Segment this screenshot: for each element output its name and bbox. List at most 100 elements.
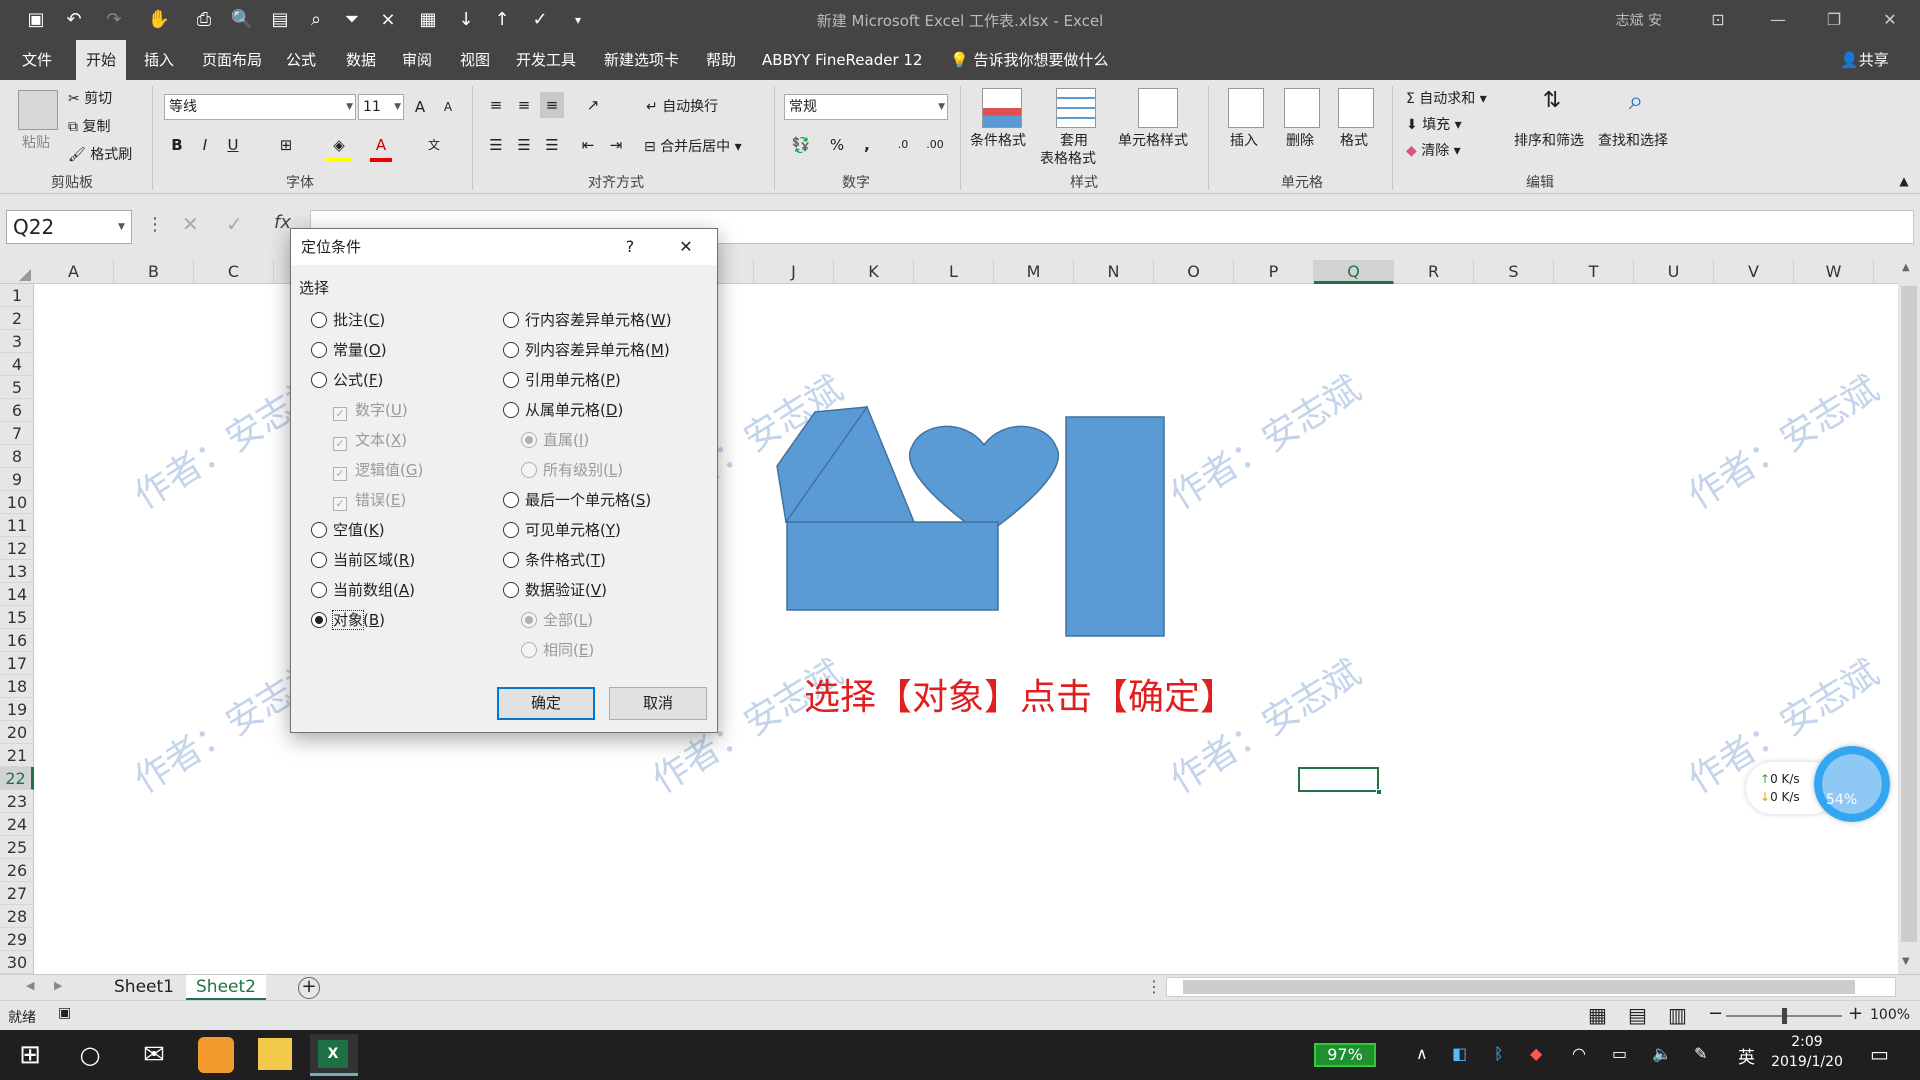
new-sheet-button[interactable]: +	[298, 977, 320, 999]
radio-o-1[interactable]: 常量(O)	[311, 339, 387, 361]
radio-v-9[interactable]: 数据验证(V)	[503, 579, 607, 601]
delete-cells-button[interactable]: 删除	[1286, 130, 1314, 150]
tab-page-layout[interactable]: 页面布局	[192, 40, 272, 80]
cancel-button[interactable]: 取消	[609, 687, 707, 720]
conditional-format-icon[interactable]	[982, 88, 1022, 128]
align-middle-icon[interactable]: ≡	[512, 92, 536, 118]
column-header[interactable]: V	[1714, 260, 1794, 284]
row-header[interactable]: 9	[0, 468, 34, 491]
borders-icon[interactable]: ⊞	[274, 132, 298, 158]
chevron-down-icon[interactable]: ▼	[118, 222, 125, 232]
number-format-combo[interactable]: 常规 ▼	[784, 94, 948, 120]
row-header[interactable]: 23	[0, 790, 34, 813]
h-scroll-thumb[interactable]	[1183, 980, 1855, 994]
row-header[interactable]: 13	[0, 560, 34, 583]
excel-taskbar-button[interactable]: X	[310, 1034, 358, 1076]
wifi-icon[interactable]: ◠	[1572, 1044, 1586, 1063]
tab-data[interactable]: 数据	[336, 40, 386, 80]
tray-expand-icon[interactable]: ∧	[1416, 1044, 1428, 1063]
minimize-button[interactable]: —	[1750, 0, 1806, 40]
windows-start-icon[interactable]: ⊞	[6, 1034, 54, 1076]
sort-filter-button[interactable]: 排序和筛选	[1514, 130, 1584, 150]
fill-color-icon[interactable]: ◈	[326, 132, 352, 162]
vertical-scrollbar[interactable]: ▲ ▼	[1898, 260, 1920, 974]
help-button[interactable]: ?	[607, 229, 653, 265]
underline-button[interactable]: U	[222, 132, 244, 158]
radio-f-2[interactable]: 公式(F)	[311, 369, 383, 391]
find-select-button[interactable]: 查找和选择	[1598, 130, 1668, 150]
clock-time[interactable]: 2:09	[1772, 1034, 1842, 1050]
mail-icon[interactable]: ✉	[130, 1034, 178, 1076]
column-header[interactable]: U	[1634, 260, 1714, 284]
tab-abbyy[interactable]: ABBYY FineReader 12	[752, 40, 933, 80]
shape-rectangle-horizontal[interactable]	[786, 521, 999, 611]
font-name-combo[interactable]: 等线 ▼	[164, 94, 356, 120]
fill-button[interactable]: ⬇ 填充 ▾	[1406, 114, 1462, 134]
row-header[interactable]: 29	[0, 928, 34, 951]
search-circle-icon[interactable]: ○	[66, 1034, 114, 1076]
radio-w-0[interactable]: 行内容差异单元格(W)	[503, 309, 672, 331]
align-left-icon[interactable]: ☰	[484, 132, 508, 158]
app-orange-icon[interactable]	[198, 1037, 234, 1073]
currency-icon[interactable]: 💱	[786, 132, 816, 158]
format-painter-button[interactable]: 🖌 格式刷	[68, 144, 132, 164]
align-center-icon[interactable]: ☰	[512, 132, 536, 158]
decrease-decimal-icon[interactable]: .00	[922, 132, 948, 158]
page-break-view-icon[interactable]: ▥	[1668, 1003, 1687, 1027]
radio-r-8[interactable]: 当前区域(R)	[311, 549, 415, 571]
radio-b-10[interactable]: 对象(B)	[311, 609, 385, 631]
comma-button[interactable]: ,	[856, 132, 878, 158]
battery-widget[interactable]: 97%	[1314, 1043, 1376, 1067]
select-all-button[interactable]	[0, 260, 34, 284]
row-header[interactable]: 30	[0, 951, 34, 974]
radio-c-0[interactable]: 批注(C)	[311, 309, 385, 331]
dialog-close-button[interactable]: ✕	[663, 229, 709, 265]
sheet-tab-sheet2[interactable]: Sheet2	[186, 975, 266, 1001]
row-header[interactable]: 24	[0, 813, 34, 836]
paste-button[interactable]: 粘贴	[22, 132, 50, 152]
macro-record-icon[interactable]: ▣	[58, 1005, 71, 1021]
tab-home[interactable]: 开始	[76, 40, 127, 80]
bold-button[interactable]: B	[166, 132, 188, 158]
horizontal-scrollbar[interactable]	[1166, 977, 1896, 997]
row-header[interactable]: 26	[0, 859, 34, 882]
ime-indicator[interactable]: 英	[1738, 1043, 1755, 1068]
row-header[interactable]: 5	[0, 376, 34, 399]
scroll-down-icon[interactable]: ▼	[1902, 956, 1910, 967]
row-header[interactable]: 25	[0, 836, 34, 859]
column-header[interactable]: N	[1074, 260, 1154, 284]
increase-indent-icon[interactable]: ⇥	[604, 132, 628, 158]
column-header[interactable]: J	[754, 260, 834, 284]
row-header[interactable]: 18	[0, 675, 34, 698]
column-header[interactable]: A	[34, 260, 114, 284]
normal-view-icon[interactable]: ▦	[1588, 1003, 1607, 1027]
wrap-text-button[interactable]: ↵ 自动换行	[646, 96, 718, 116]
row-header[interactable]: 15	[0, 606, 34, 629]
row-header[interactable]: 10	[0, 491, 34, 514]
radio-a-9[interactable]: 当前数组(A)	[311, 579, 415, 601]
align-bottom-icon[interactable]: ≡	[540, 92, 564, 118]
clear-button[interactable]: ◆ 清除 ▾	[1406, 140, 1461, 160]
radio-d-3[interactable]: 从属单元格(D)	[503, 399, 623, 421]
battery-icon[interactable]: ▭	[1612, 1044, 1627, 1063]
delete-cells-icon[interactable]	[1284, 88, 1320, 128]
tray-app-icon[interactable]: ◧	[1452, 1044, 1467, 1063]
prev-sheet-icon[interactable]: ◀	[26, 979, 34, 992]
more-icon[interactable]: ⋮	[146, 214, 164, 235]
tab-help[interactable]: 帮助	[696, 40, 746, 80]
zoom-in-icon[interactable]: +	[1848, 1003, 1863, 1024]
insert-cells-button[interactable]: 插入	[1230, 130, 1258, 150]
radio-k-7[interactable]: 空值(K)	[311, 519, 385, 541]
autosum-button[interactable]: Σ 自动求和 ▾	[1406, 88, 1487, 108]
column-header[interactable]: P	[1234, 260, 1314, 284]
paste-icon[interactable]	[18, 90, 58, 130]
column-header[interactable]: K	[834, 260, 914, 284]
italic-button[interactable]: I	[194, 132, 216, 158]
merge-center-button[interactable]: ⊟ 合并后居中 ▾	[644, 136, 742, 156]
column-header[interactable]: Q	[1314, 260, 1394, 284]
user-name[interactable]: 志斌 安	[1616, 10, 1662, 30]
conditional-format-button[interactable]: 条件格式	[970, 130, 1026, 150]
format-as-table-line1[interactable]: 套用	[1060, 130, 1088, 150]
row-header[interactable]: 6	[0, 399, 34, 422]
cancel-icon[interactable]: ✕	[182, 212, 199, 236]
